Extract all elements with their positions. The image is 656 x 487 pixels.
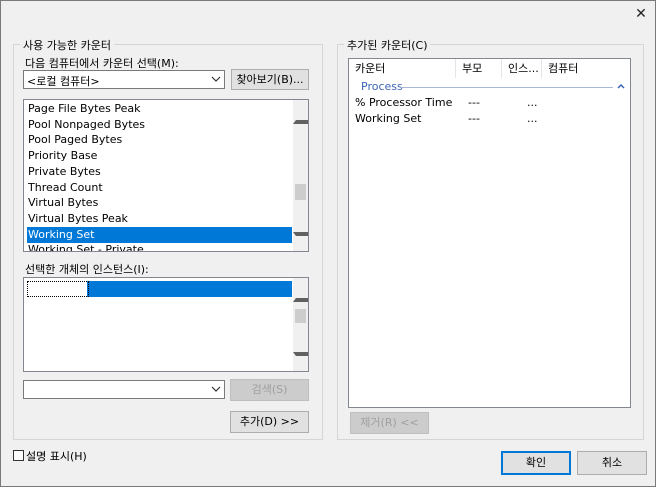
scroll-up-icon[interactable] — [293, 278, 308, 302]
added-row-instance: ... — [527, 96, 538, 109]
added-counters-title: 추가된 카운터(C) — [344, 37, 431, 53]
instance-list[interactable] — [23, 277, 309, 372]
counter-list-item[interactable]: Virtual Bytes — [28, 195, 98, 211]
show-description-checkbox[interactable] — [13, 450, 24, 461]
added-row-counter[interactable]: Working Set — [355, 112, 421, 125]
instances-label: 선택한 개체의 인스턴스(I): — [25, 263, 149, 276]
chevron-down-icon — [211, 386, 221, 392]
select-computer-label: 다음 컴퓨터에서 카운터 선택(M): — [25, 57, 179, 70]
column-header-computer[interactable]: 컴퓨터 — [542, 59, 630, 78]
counter-list-item[interactable]: Priority Base — [28, 148, 97, 164]
computer-select[interactable]: <로컬 컴퓨터> — [23, 70, 225, 89]
counter-list-item[interactable]: Page File Bytes Peak — [28, 101, 141, 117]
close-icon[interactable]: ✕ — [632, 5, 650, 23]
counter-list[interactable]: Page File Bytes Peak Pool Nonpaged Bytes P… — [23, 99, 309, 252]
chevron-down-icon — [211, 76, 221, 82]
added-counters-table[interactable]: 카운터 부모 인스... 컴퓨터 Process % Processor Tim… — [348, 58, 631, 408]
added-row-instance: ... — [527, 112, 538, 125]
counter-list-item[interactable]: Virtual Bytes Peak — [28, 211, 128, 227]
counter-list-item[interactable]: Working Set — [27, 226, 292, 243]
show-description-label[interactable]: 설명 표시(H) — [26, 448, 87, 464]
counter-list-item[interactable]: Working Set - Private — [28, 242, 144, 251]
instance-list-scrollbar[interactable] — [293, 278, 308, 371]
scroll-thumb[interactable] — [295, 184, 306, 200]
browse-button[interactable]: 찾아보기(B)... — [231, 69, 309, 90]
group-row-divider — [401, 87, 613, 88]
added-row-counter[interactable]: % Processor Time — [355, 96, 452, 109]
computer-select-value: <로컬 컴퓨터> — [27, 75, 100, 88]
group-row-process[interactable]: Process — [361, 80, 403, 93]
search-combo[interactable] — [23, 380, 225, 399]
added-row-parent: --- — [468, 112, 480, 125]
collapse-chevron-icon[interactable] — [617, 83, 625, 89]
scroll-down-icon[interactable] — [293, 232, 308, 251]
column-header-parent[interactable]: 부모 — [456, 59, 502, 78]
counter-list-item[interactable]: Pool Paged Bytes — [28, 132, 122, 148]
ok-button[interactable]: 확인 — [501, 451, 571, 475]
scroll-down-icon[interactable] — [293, 352, 308, 371]
search-button[interactable]: 검색(S) — [230, 379, 309, 401]
scroll-thumb[interactable] — [295, 309, 306, 323]
counter-list-item[interactable]: Private Bytes — [28, 164, 101, 180]
instance-selected-row[interactable] — [87, 281, 292, 297]
available-counters-title: 사용 가능한 카운터 — [20, 37, 114, 53]
instance-focus-box — [27, 281, 89, 297]
add-button[interactable]: 추가(D) >> — [230, 411, 309, 433]
added-row-parent: --- — [468, 96, 480, 109]
remove-button[interactable]: 제거(R) << — [350, 412, 429, 434]
cancel-button[interactable]: 취소 — [577, 451, 647, 475]
scroll-up-icon[interactable] — [293, 100, 308, 124]
column-header-counter[interactable]: 카운터 — [349, 59, 456, 78]
add-counters-dialog: ✕ 사용 가능한 카운터 다음 컴퓨터에서 카운터 선택(M): <로컬 컴퓨터… — [0, 0, 656, 487]
counter-list-scrollbar[interactable] — [293, 100, 308, 251]
column-header-instance[interactable]: 인스... — [502, 59, 542, 78]
counter-list-item[interactable]: Pool Nonpaged Bytes — [28, 117, 145, 133]
counter-list-item[interactable]: Thread Count — [28, 180, 103, 196]
